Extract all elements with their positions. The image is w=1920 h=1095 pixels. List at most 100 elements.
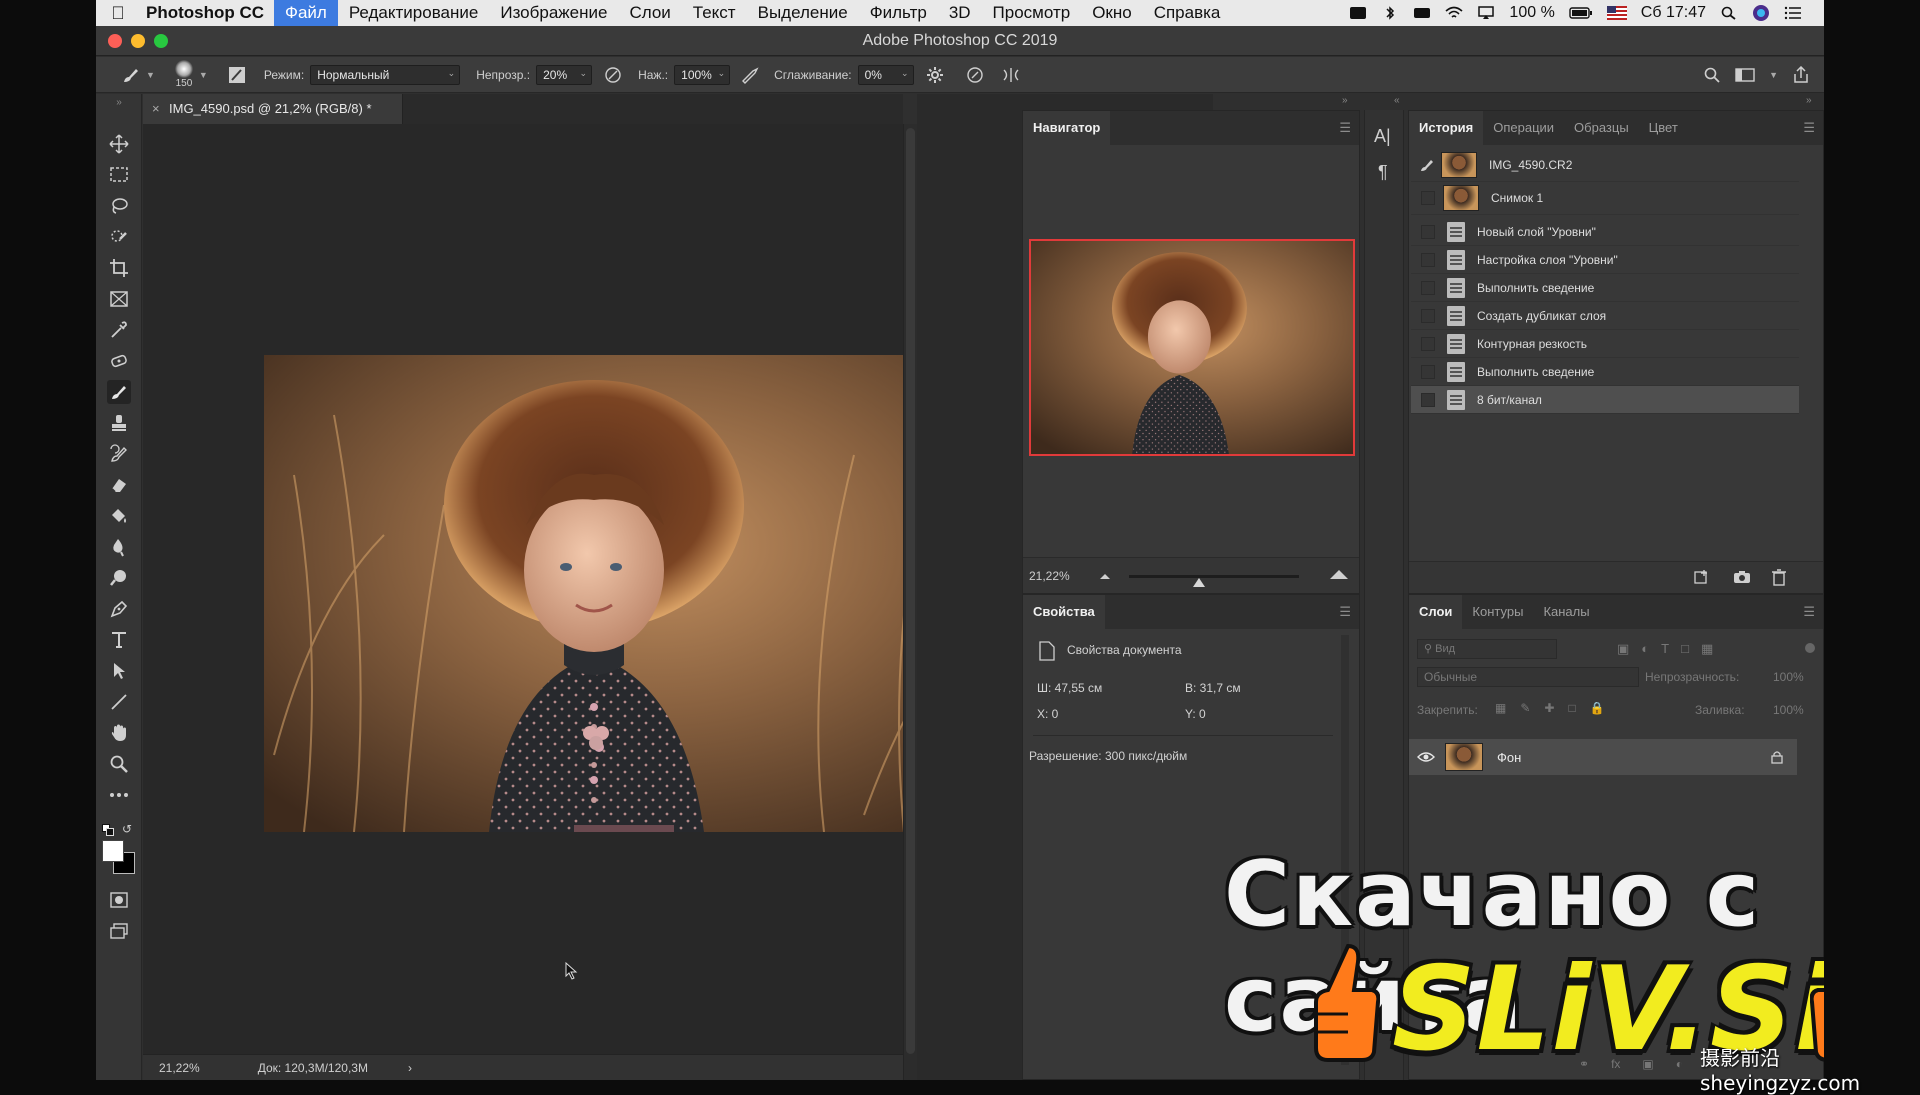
tab-swatches[interactable]: Образцы [1564, 111, 1639, 145]
doc-size[interactable]: Док: 120,3M/120,3M [258, 1061, 368, 1075]
more-tools-icon[interactable] [107, 783, 131, 807]
tab-navigator[interactable]: Навигатор [1023, 111, 1111, 145]
swap-colors-icon[interactable]: ↺ [122, 822, 132, 836]
menu-3d[interactable]: 3D [938, 0, 982, 26]
lock-position-icon[interactable]: ✚ [1544, 701, 1554, 715]
notification-icon[interactable] [1349, 6, 1367, 20]
filter-adjustment-icon[interactable]: ◐ [1641, 641, 1649, 657]
lock-pixels-icon[interactable]: ✎ [1520, 701, 1530, 715]
clock[interactable]: Сб 17:47 [1641, 4, 1706, 22]
new-document-from-state-icon[interactable] [1693, 569, 1711, 585]
gear-icon[interactable] [924, 64, 946, 86]
scrollbar-thumb[interactable] [906, 128, 915, 1054]
camera-icon[interactable] [1733, 569, 1751, 585]
filter-type-icon[interactable]: T [1661, 641, 1669, 657]
filter-shape-icon[interactable]: □ [1681, 641, 1689, 657]
menu-filter[interactable]: Фильтр [859, 0, 938, 26]
menu-view[interactable]: Просмотр [982, 0, 1082, 26]
history-source-brush-icon[interactable] [1419, 157, 1437, 173]
menu-file[interactable]: Файл [274, 0, 338, 26]
apple-icon[interactable]:  [96, 3, 140, 24]
menu-layers[interactable]: Слои [618, 0, 681, 26]
zoom-level[interactable]: 21,22% [159, 1061, 200, 1075]
minimize-window-button[interactable] [131, 34, 145, 48]
clone-stamp-tool-icon[interactable] [107, 411, 131, 435]
paint-bucket-tool-icon[interactable] [107, 504, 131, 528]
zoom-in-icon[interactable] [1329, 568, 1349, 580]
quick-selection-tool-icon[interactable] [107, 225, 131, 249]
panel-menu-icon[interactable]: ☰ [1339, 120, 1351, 136]
collapse-panels-icon[interactable]: » [1342, 95, 1348, 106]
crop-tool-icon[interactable] [107, 256, 131, 280]
character-panel-icon[interactable]: A| [1374, 126, 1391, 147]
default-colors-icon[interactable] [102, 824, 114, 836]
panel-menu-icon[interactable]: ☰ [1803, 604, 1815, 620]
keyboard-icon[interactable] [1413, 6, 1431, 20]
brush-size-preview[interactable]: 150 [174, 60, 193, 89]
dodge-tool-icon[interactable] [107, 566, 131, 590]
lasso-tool-icon[interactable] [107, 194, 131, 218]
lock-transparency-icon[interactable]: ▦ [1495, 701, 1506, 715]
paragraph-panel-icon[interactable]: ¶ [1378, 162, 1388, 183]
share-icon[interactable] [1792, 65, 1810, 84]
menu-edit[interactable]: Редактирование [338, 0, 490, 26]
smoothing-field[interactable]: 0% ⌄ [857, 64, 914, 85]
document-image[interactable] [264, 355, 980, 832]
preset-dropdown-arrow[interactable]: ▼ [146, 70, 155, 80]
hand-tool-icon[interactable] [107, 721, 131, 745]
workspace-arrow[interactable]: ▼ [1769, 70, 1778, 80]
battery-icon[interactable] [1569, 6, 1593, 20]
lock-icon[interactable] [1771, 750, 1783, 764]
notification-center-icon[interactable] [1784, 6, 1802, 20]
history-step[interactable]: Контурная резкость [1411, 330, 1799, 358]
bluetooth-icon[interactable] [1381, 6, 1399, 20]
document-tab[interactable]: × IMG_4590.psd @ 21,2% (RGB/8) * [143, 94, 403, 124]
airplay-icon[interactable] [1477, 6, 1495, 20]
workspace-icon[interactable] [1735, 67, 1755, 83]
flag-icon[interactable] [1606, 6, 1627, 20]
path-selection-tool-icon[interactable] [107, 659, 131, 683]
canvas-scrollbar[interactable] [903, 124, 917, 1080]
navigator-zoom-value[interactable]: 21,22% [1029, 569, 1070, 583]
frame-tool-icon[interactable] [107, 287, 131, 311]
foreground-color-swatch[interactable] [102, 840, 124, 862]
panel-menu-icon[interactable]: ☰ [1339, 604, 1351, 620]
marquee-tool-icon[interactable] [107, 163, 131, 187]
history-step[interactable]: Настройка слоя "Уровни" [1411, 246, 1799, 274]
layer-opacity-value[interactable]: 100% [1773, 670, 1804, 684]
history-step[interactable]: Создать дубликат слоя [1411, 302, 1799, 330]
opacity-field[interactable]: 20% ⌄ [536, 64, 593, 85]
history-step[interactable]: Выполнить сведение [1411, 358, 1799, 386]
lock-artboard-icon[interactable]: □ [1568, 701, 1575, 715]
search-icon[interactable] [1703, 66, 1721, 84]
blend-mode-select[interactable]: Обычные [1417, 667, 1639, 687]
tab-paths[interactable]: Контуры [1462, 595, 1533, 629]
collapse-toolbar-icon[interactable]: » [107, 96, 131, 108]
status-menu-arrow[interactable]: › [408, 1061, 412, 1075]
brush-tool-preset-icon[interactable] [120, 64, 142, 86]
zoom-out-icon[interactable] [1099, 572, 1111, 580]
menu-select[interactable]: Выделение [747, 0, 859, 26]
history-source-checkbox[interactable] [1421, 191, 1435, 205]
menu-image[interactable]: Изображение [489, 0, 618, 26]
layer-name[interactable]: Фон [1497, 750, 1521, 765]
healing-brush-tool-icon[interactable] [107, 349, 131, 373]
app-name[interactable]: Photoshop CC [140, 3, 274, 23]
symmetry-icon[interactable] [1000, 64, 1022, 86]
tab-history[interactable]: История [1409, 111, 1484, 145]
tab-color[interactable]: Цвет [1639, 111, 1688, 145]
panel-menu-icon[interactable]: ☰ [1803, 120, 1815, 136]
filter-pixel-icon[interactable]: ▣ [1617, 641, 1629, 657]
tab-layers[interactable]: Слои [1409, 595, 1463, 629]
history-source-checkbox[interactable] [1421, 364, 1435, 379]
history-step-current[interactable]: 8 бит/канал [1411, 386, 1799, 414]
history-brush-tool-icon[interactable] [107, 442, 131, 466]
wifi-icon[interactable] [1445, 6, 1463, 20]
navigator-zoom-knob[interactable] [1193, 578, 1205, 587]
tab-actions[interactable]: Операции [1483, 111, 1564, 145]
tab-properties[interactable]: Свойства [1023, 595, 1105, 629]
tab-channels[interactable]: Каналы [1533, 595, 1599, 629]
pressure-field[interactable]: 100% ⌄ [674, 64, 731, 85]
menu-window[interactable]: Окно [1081, 0, 1143, 26]
layer-row-background[interactable]: Фон [1409, 739, 1797, 775]
